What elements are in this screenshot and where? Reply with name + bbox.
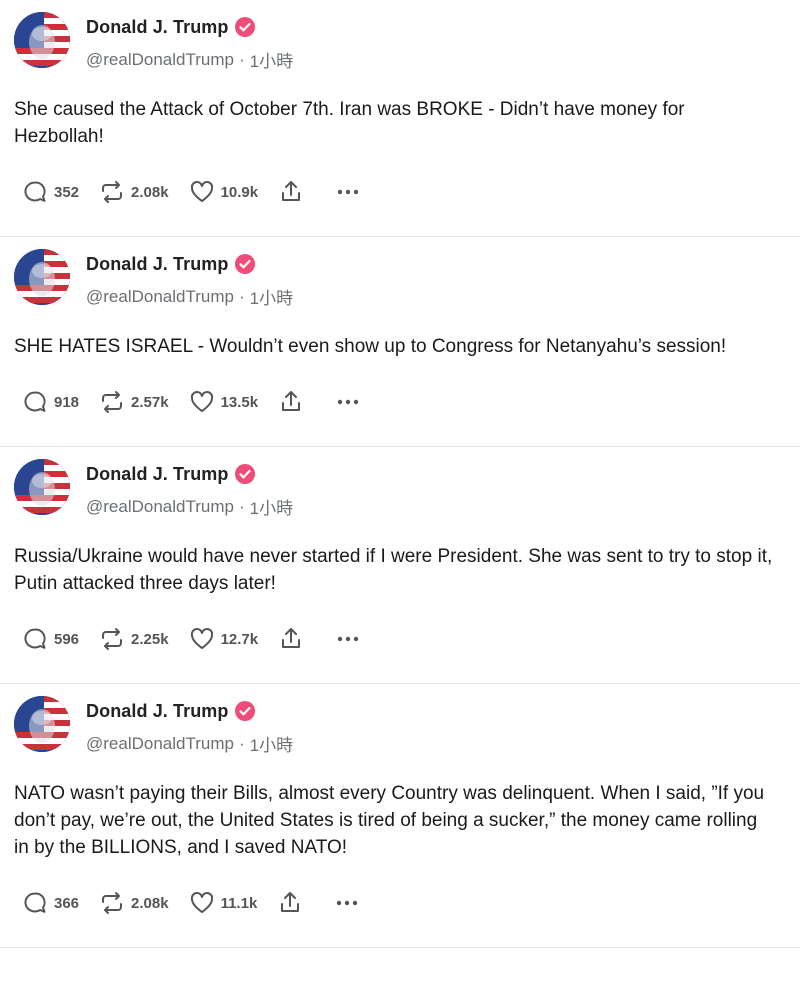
author-handle[interactable]: @realDonaldTrump xyxy=(86,50,234,70)
post-text: NATO wasn’t paying their Bills, almost e… xyxy=(14,783,765,858)
like-count: 11.1k xyxy=(220,894,258,912)
author-handle[interactable]: @realDonaldTrump xyxy=(86,287,234,307)
post-time[interactable]: 1小時 xyxy=(250,494,293,519)
reply-bubble-icon xyxy=(22,179,48,205)
post-text: Russia/Ukraine would have never started … xyxy=(14,546,773,594)
post-actions: 596 2.25k 12.7k xyxy=(14,619,784,659)
repost-count: 2.25k xyxy=(131,630,169,648)
post-header: Donald J. Trump @realDonaldTrump · 1小時 xyxy=(14,12,784,76)
share-upload-icon xyxy=(278,626,304,652)
verified-badge-icon xyxy=(234,464,255,484)
like-button[interactable]: 13.5k xyxy=(189,389,259,415)
author-name[interactable]: Donald J. Trump xyxy=(86,254,229,275)
repost-arrows-icon xyxy=(99,626,125,652)
author-name[interactable]: Donald J. Trump xyxy=(86,17,229,38)
repost-count: 2.08k xyxy=(131,894,169,912)
repost-count: 2.57k xyxy=(131,393,169,411)
author-handle[interactable]: @realDonaldTrump xyxy=(86,734,234,754)
post-actions: 366 2.08k 11.1k xyxy=(14,883,784,923)
reply-button[interactable]: 352 xyxy=(22,179,79,205)
like-count: 12.7k xyxy=(220,630,259,648)
post-time[interactable]: 1小時 xyxy=(250,284,293,309)
more-options-button[interactable] xyxy=(334,179,362,205)
heart-icon xyxy=(189,389,215,415)
post-card[interactable]: Donald J. Trump @realDonaldTrump · 1小時 R… xyxy=(0,447,800,684)
repost-arrows-icon xyxy=(99,179,125,205)
post-header: Donald J. Trump @realDonaldTrump · 1小時 xyxy=(14,696,784,760)
share-upload-icon xyxy=(278,389,304,415)
post-card[interactable]: Donald J. Trump @realDonaldTrump · 1小時 N… xyxy=(0,684,800,948)
repost-button[interactable]: 2.08k xyxy=(99,179,169,205)
reply-button[interactable]: 366 xyxy=(22,890,79,916)
separator-dot: · xyxy=(238,49,245,69)
share-button[interactable] xyxy=(278,626,310,652)
reply-bubble-icon xyxy=(22,389,48,415)
verified-badge-icon xyxy=(234,701,255,721)
share-upload-icon xyxy=(278,179,304,205)
author-name[interactable]: Donald J. Trump xyxy=(86,701,229,722)
post-header: Donald J. Trump @realDonaldTrump · 1小時 xyxy=(14,249,784,313)
avatar[interactable] xyxy=(14,249,70,305)
like-button[interactable]: 12.7k xyxy=(189,626,259,652)
post-text: SHE HATES ISRAEL - Wouldn’t even show up… xyxy=(14,336,727,357)
separator-dot: · xyxy=(238,496,245,516)
share-button[interactable] xyxy=(277,890,309,916)
post-time[interactable]: 1小時 xyxy=(250,731,293,756)
share-upload-icon xyxy=(277,890,303,916)
reply-count: 366 xyxy=(54,894,80,912)
heart-icon xyxy=(189,890,215,916)
reply-button[interactable]: 596 xyxy=(22,626,79,652)
author-name[interactable]: Donald J. Trump xyxy=(86,464,229,485)
post-card[interactable]: Donald J. Trump @realDonaldTrump · 1小時 S… xyxy=(0,237,800,447)
repost-button[interactable]: 2.25k xyxy=(99,626,169,652)
repost-count: 2.08k xyxy=(131,183,169,201)
more-options-button[interactable] xyxy=(333,890,361,916)
like-button[interactable]: 11.1k xyxy=(189,890,258,916)
share-button[interactable] xyxy=(278,179,310,205)
more-dots-icon xyxy=(334,626,362,652)
author-handle[interactable]: @realDonaldTrump xyxy=(86,497,234,517)
post-time[interactable]: 1小時 xyxy=(250,47,293,72)
reply-count: 596 xyxy=(54,630,80,648)
heart-icon xyxy=(189,626,215,652)
verified-badge-icon xyxy=(234,17,255,37)
avatar[interactable] xyxy=(14,459,70,515)
reply-count: 352 xyxy=(54,183,80,201)
reply-count: 918 xyxy=(54,393,80,411)
like-button[interactable]: 10.9k xyxy=(189,179,259,205)
post-header: Donald J. Trump @realDonaldTrump · 1小時 xyxy=(14,459,784,523)
reply-bubble-icon xyxy=(22,626,48,652)
flag-portrait-image xyxy=(14,12,70,68)
more-dots-icon xyxy=(333,890,361,916)
post-feed: Donald J. Trump @realDonaldTrump · 1小時 S… xyxy=(0,0,800,948)
more-dots-icon xyxy=(334,179,362,205)
share-button[interactable] xyxy=(278,389,310,415)
like-count: 10.9k xyxy=(220,183,259,201)
separator-dot: · xyxy=(238,286,245,306)
post-text: She caused the Attack of October 7th. Ir… xyxy=(14,99,685,147)
avatar[interactable] xyxy=(14,696,70,752)
reply-bubble-icon xyxy=(22,890,48,916)
repost-arrows-icon xyxy=(99,389,125,415)
heart-icon xyxy=(189,179,215,205)
more-options-button[interactable] xyxy=(334,626,362,652)
post-card[interactable]: Donald J. Trump @realDonaldTrump · 1小時 S… xyxy=(0,0,800,237)
flag-portrait-image xyxy=(14,459,70,515)
like-count: 13.5k xyxy=(220,393,259,411)
repost-button[interactable]: 2.08k xyxy=(99,890,169,916)
post-actions: 352 2.08k 10.9k xyxy=(14,172,784,212)
more-dots-icon xyxy=(334,389,362,415)
post-actions: 918 2.57k 13.5k xyxy=(14,382,784,422)
more-options-button[interactable] xyxy=(334,389,362,415)
repost-arrows-icon xyxy=(99,890,125,916)
flag-portrait-image xyxy=(14,249,70,305)
flag-portrait-image xyxy=(14,696,70,752)
verified-badge-icon xyxy=(234,254,255,274)
reply-button[interactable]: 918 xyxy=(22,389,79,415)
avatar[interactable] xyxy=(14,12,70,68)
repost-button[interactable]: 2.57k xyxy=(99,389,169,415)
separator-dot: · xyxy=(238,733,245,753)
